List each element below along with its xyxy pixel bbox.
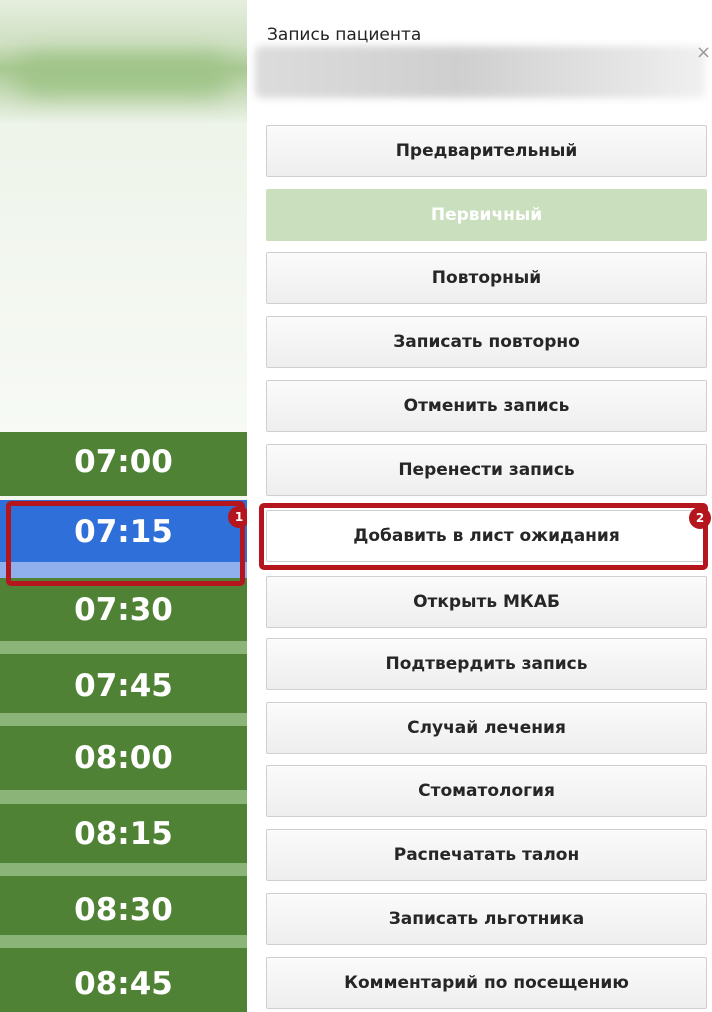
menu-button-reschedule[interactable]: Перенести запись: [266, 444, 707, 496]
menu-button-preliminary[interactable]: Предварительный: [266, 125, 707, 177]
annotation-badge-2: 2: [689, 507, 711, 529]
time-slot-0700[interactable]: 07:00: [0, 432, 247, 496]
close-icon[interactable]: ×: [696, 44, 711, 62]
menu-button-treatment-case[interactable]: Случай лечения: [266, 702, 707, 754]
menu-button-book-again[interactable]: Записать повторно: [266, 316, 707, 368]
time-slot-label: 08:15: [74, 816, 173, 852]
time-slot-label: 08:45: [74, 966, 173, 1002]
schedule-empty-area: [0, 125, 247, 432]
time-slot-0845[interactable]: 08:45: [0, 948, 247, 1012]
time-slot-0830[interactable]: 08:30: [0, 876, 247, 948]
time-slot-0815[interactable]: 08:15: [0, 804, 247, 876]
time-slot-label: 08:30: [74, 892, 173, 928]
patient-booking-popup: Запись пациента × Предварительный Первич…: [247, 0, 712, 1012]
time-slot-0800[interactable]: 08:00: [0, 726, 247, 804]
time-slot-0715[interactable]: 07:15: [0, 500, 247, 578]
menu-button-add-to-waitlist[interactable]: Добавить в лист ожидания: [266, 510, 707, 562]
popup-title: Запись пациента: [267, 25, 422, 45]
schedule-column: 07:00 07:15 07:30 07:45 08:00 08:15 08:3…: [0, 0, 247, 1012]
time-slot-0730[interactable]: 07:30: [0, 578, 247, 654]
time-slot-label: 07:30: [74, 592, 173, 628]
menu-button-print-ticket[interactable]: Распечатать талон: [266, 829, 707, 881]
menu-button-cancel-booking[interactable]: Отменить запись: [266, 380, 707, 432]
time-slot-label: 07:15: [74, 514, 173, 550]
blurred-header: [0, 0, 247, 125]
menu-button-repeat[interactable]: Повторный: [266, 252, 707, 304]
menu-button-primary: Первичный: [266, 189, 707, 241]
menu-button-confirm-booking[interactable]: Подтвердить запись: [266, 638, 707, 690]
time-slot-0745[interactable]: 07:45: [0, 654, 247, 726]
menu-button-book-beneficiary[interactable]: Записать льготника: [266, 893, 707, 945]
time-slot-label: 08:00: [74, 740, 173, 776]
menu-button-visit-comment[interactable]: Комментарий по посещению: [266, 957, 707, 1009]
time-slot-label: 07:00: [74, 444, 173, 480]
menu-button-open-mkab[interactable]: Открыть МКАБ: [266, 576, 707, 628]
time-slot-label: 07:45: [74, 668, 173, 704]
blurred-patient-info: [255, 46, 705, 98]
menu-button-dentistry[interactable]: Стоматология: [266, 765, 707, 817]
